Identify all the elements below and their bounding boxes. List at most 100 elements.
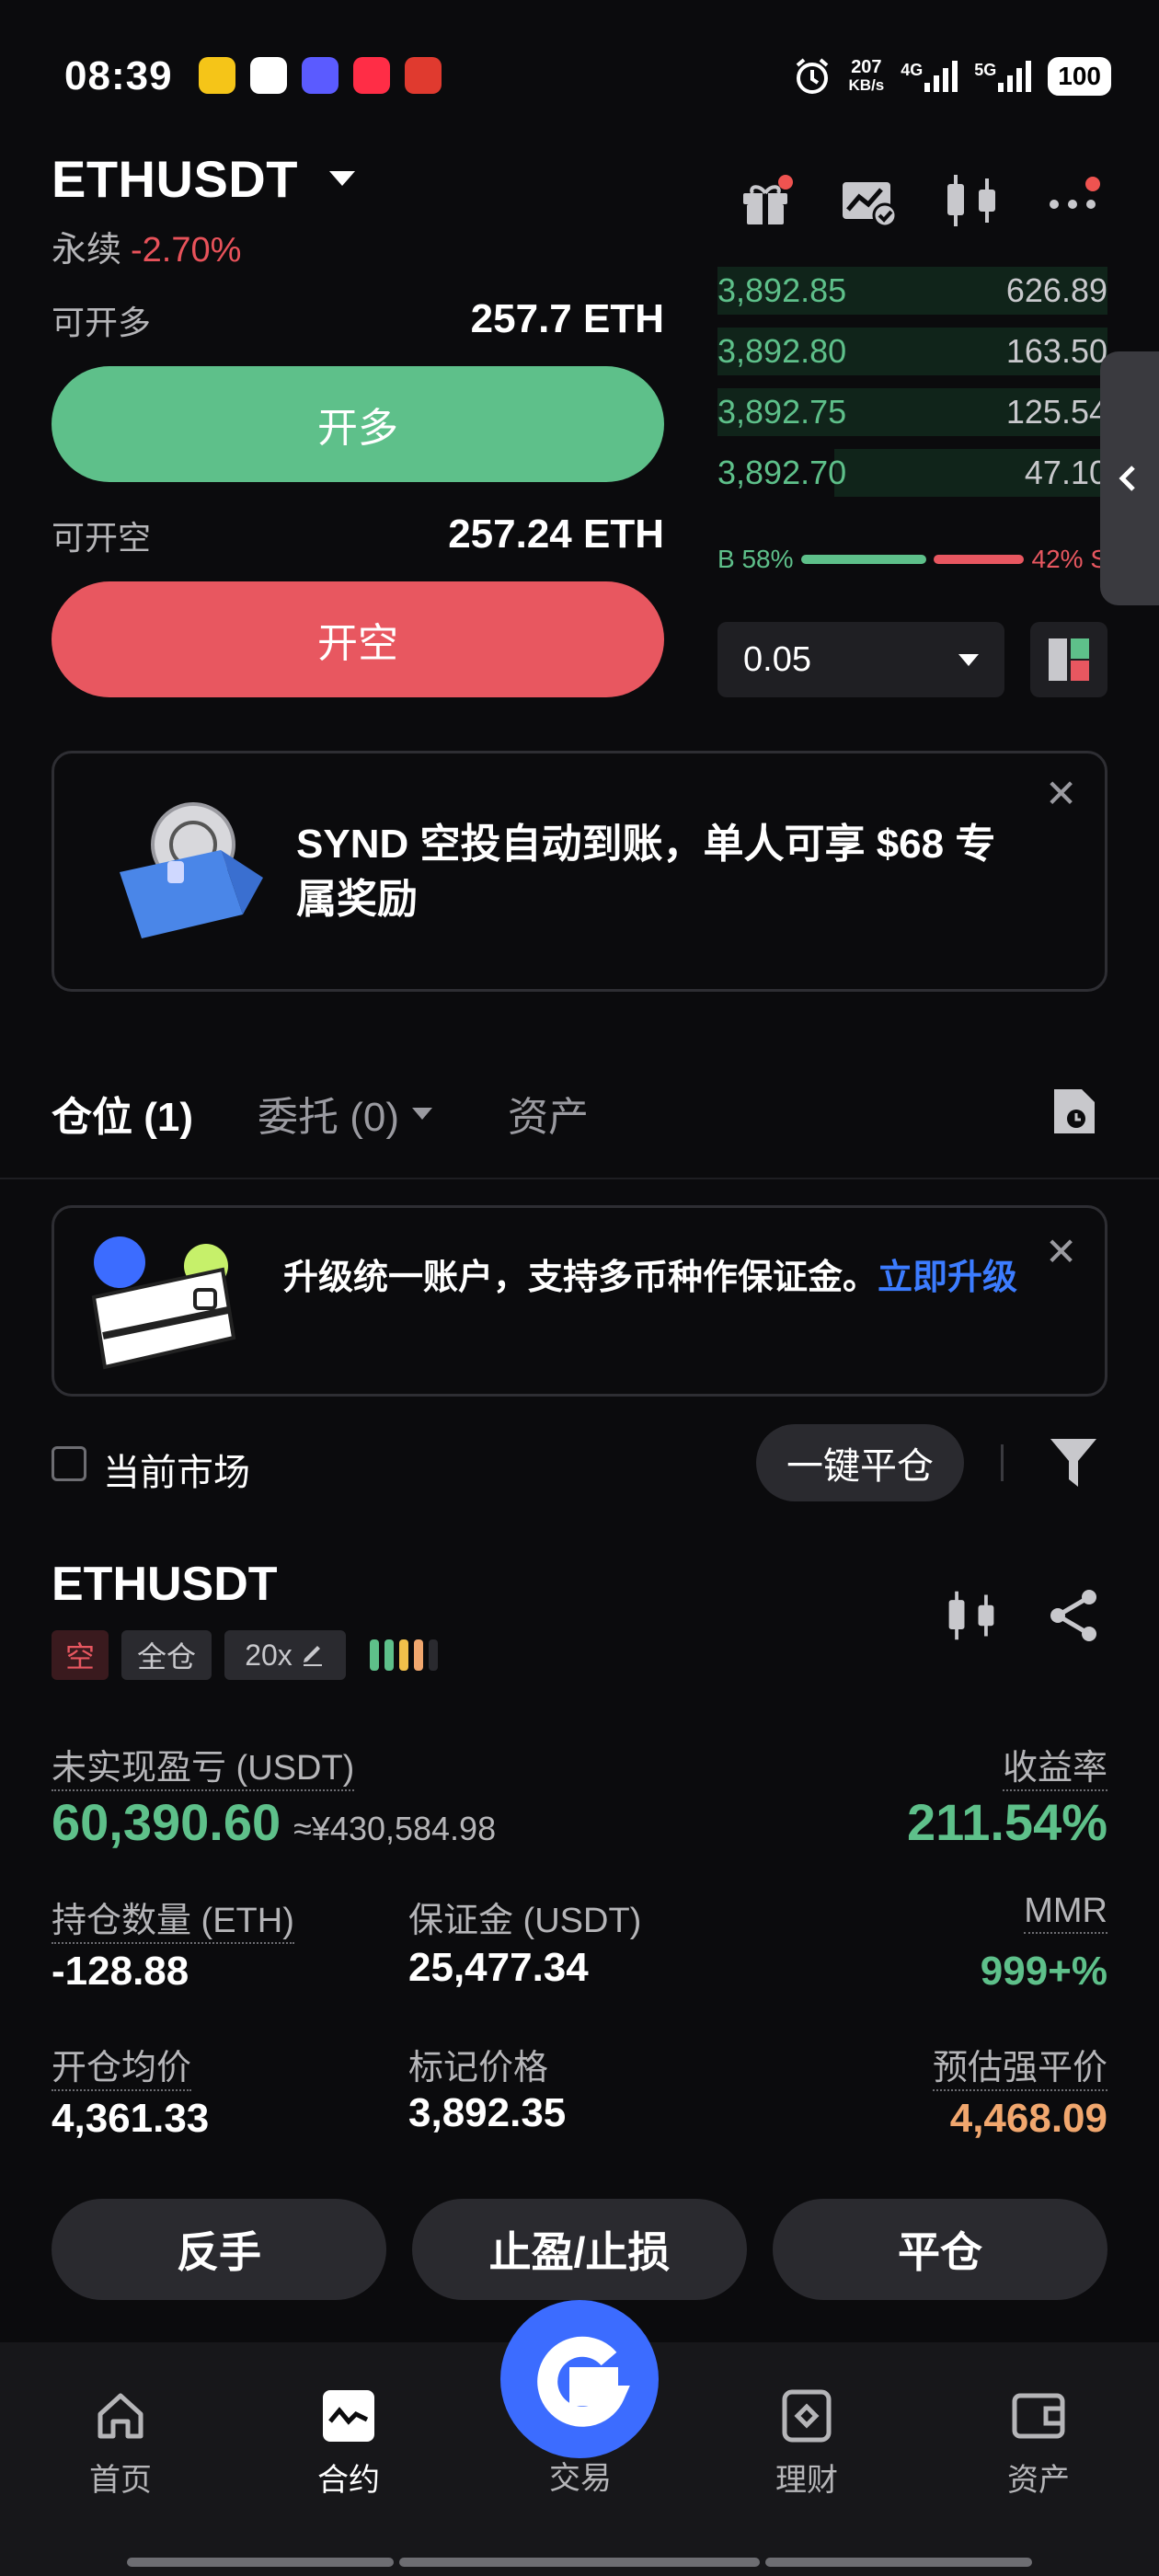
size-label[interactable]: 持仓数量 (ETH) — [52, 1902, 294, 1944]
orderbook-row[interactable]: 3,892.70 47.10 — [717, 443, 1107, 502]
wallet-illustration — [91, 1236, 236, 1370]
upnl-value: 60,390.60 — [52, 1793, 281, 1851]
symbol-selector[interactable]: ETHUSDT — [52, 149, 298, 209]
close-position-button[interactable]: 平仓 — [773, 2199, 1107, 2300]
chevron-down-icon[interactable] — [329, 171, 355, 186]
wallet-coin-illustration — [120, 802, 263, 938]
mmr-label[interactable]: MMR — [1024, 1892, 1107, 1934]
nav-assets[interactable]: 资产 — [970, 2388, 1107, 2500]
upgrade-text: 升级统一账户，支持多币种作保证金。立即升级 — [283, 1253, 1038, 1303]
adl-indicator-bar — [429, 1639, 438, 1671]
margin-mode-badge: 全仓 — [121, 1630, 212, 1680]
adl-indicator-bar — [384, 1639, 394, 1671]
short-available-value: 257.24 ETH — [448, 512, 664, 557]
gesture-bar — [127, 2558, 394, 2567]
upgrade-now-link[interactable]: 立即升级 — [878, 1259, 1017, 1297]
bid-price: 3,892.75 — [717, 393, 847, 431]
status-time: 08:39 — [64, 53, 173, 98]
mark-price-label: 标记价格 — [408, 2049, 549, 2087]
tab-orders-label: 委托 (0) — [258, 1095, 399, 1140]
alarm-icon — [796, 58, 828, 94]
upgrade-message: 升级统一账户，支持多币种作保证金。 — [283, 1259, 878, 1297]
orderbook-layout-button[interactable] — [1030, 622, 1107, 697]
entry-price-value: 4,361.33 — [52, 2096, 210, 2141]
open-short-button[interactable]: 开空 — [52, 581, 664, 697]
side-drawer-handle[interactable] — [1100, 351, 1159, 605]
side-badge: 空 — [52, 1630, 109, 1680]
orderbook-row[interactable]: 3,892.85 626.89 — [717, 261, 1107, 320]
finance-icon — [782, 2389, 832, 2443]
open-long-button[interactable]: 开多 — [52, 366, 664, 482]
contract-info: 永续 -2.70% — [52, 221, 241, 271]
tpsl-button[interactable]: 止盈/止损 — [412, 2199, 747, 2300]
bid-price: 3,892.80 — [717, 332, 847, 370]
wallet-icon — [1012, 2393, 1065, 2439]
contract-chart-icon — [323, 2390, 374, 2442]
news-app-icon — [405, 57, 442, 94]
price-change: -2.70% — [131, 231, 242, 270]
bid-qty: 163.50 — [1005, 332, 1107, 370]
entry-price-label[interactable]: 开仓均价 — [52, 2049, 192, 2091]
long-available-value: 257.7 ETH — [470, 296, 664, 341]
candlestick-icon[interactable] — [944, 1586, 999, 1645]
history-document-icon[interactable] — [1050, 1086, 1098, 1137]
price-step-select[interactable]: 0.05 — [717, 622, 1004, 697]
price-step-value: 0.05 — [743, 639, 811, 679]
bid-qty: 626.89 — [1005, 271, 1107, 309]
adl-indicator-bar — [399, 1639, 408, 1671]
reverse-button[interactable]: 反手 — [52, 2199, 386, 2300]
promo-text: SYND 空投自动到账，单人可享 $68 专属奖励 — [296, 822, 996, 922]
buy-sell-ratio: B 58% 42% S — [717, 545, 1107, 574]
tab-assets[interactable]: 资产 — [508, 1084, 589, 1143]
adl-indicator-bar — [370, 1639, 379, 1671]
roe-label[interactable]: 收益率 — [1002, 1749, 1107, 1791]
short-available-label: 可开空 — [52, 519, 152, 557]
close-icon[interactable]: ✕ — [1045, 1229, 1077, 1274]
tab-divider — [0, 1178, 1159, 1179]
bid-price: 3,892.70 — [717, 454, 847, 491]
candlestick-icon[interactable] — [942, 171, 1001, 230]
liq-price-label[interactable]: 预估强平价 — [932, 2049, 1107, 2091]
gift-icon[interactable] — [736, 171, 795, 230]
share-icon[interactable] — [1045, 1586, 1104, 1645]
orderbook-row[interactable]: 3,892.80 163.50 — [717, 322, 1107, 381]
nav-trade-label[interactable]: 交易 — [511, 2453, 649, 2498]
long-available-label: 可开多 — [52, 304, 152, 341]
nav-assets-label: 资产 — [1007, 2463, 1070, 2498]
trade-fab-button[interactable] — [500, 2300, 659, 2458]
leverage-badge[interactable]: 20x — [224, 1630, 346, 1680]
chevron-down-icon — [412, 1107, 432, 1120]
close-all-button[interactable]: 一键平仓 — [756, 1424, 964, 1501]
nav-finance-label: 理财 — [775, 2463, 838, 2498]
margin-value: 25,477.34 — [408, 1945, 589, 1990]
position-symbol[interactable]: ETHUSDT — [52, 1557, 278, 1612]
nav-finance[interactable]: 理财 — [738, 2388, 876, 2500]
signal-4g-label: 4G — [901, 61, 924, 79]
sell-bar — [933, 555, 1025, 564]
battery-indicator: 100 — [1048, 57, 1111, 96]
roe-value: 211.54% — [907, 1793, 1107, 1851]
tab-orders[interactable]: 委托 (0) — [258, 1084, 432, 1143]
tab-positions[interactable]: 仓位 (1) — [52, 1084, 193, 1143]
gesture-bar — [765, 2558, 1032, 2567]
mark-price-value: 3,892.35 — [408, 2090, 567, 2135]
chevron-left-icon — [1119, 466, 1135, 491]
upnl-label[interactable]: 未实现盈亏 (USDT) — [52, 1749, 355, 1791]
current-market-checkbox[interactable] — [52, 1446, 86, 1481]
filter-icon[interactable] — [1049, 1435, 1098, 1490]
trade-logo-icon — [537, 2336, 630, 2427]
nav-home[interactable]: 首页 — [52, 2388, 189, 2500]
net-speed: 207 — [851, 57, 882, 77]
nav-contract[interactable]: 合约 — [280, 2388, 418, 2500]
layout-icon — [1049, 638, 1089, 681]
liq-price-value: 4,468.09 — [949, 2096, 1107, 2141]
weibo-app-icon — [199, 57, 235, 94]
gesture-bar — [399, 2558, 760, 2567]
more-menu-icon[interactable] — [1045, 171, 1104, 230]
chart-check-icon[interactable] — [839, 171, 898, 230]
sell-ratio: 42% S — [1031, 545, 1108, 573]
tieba-app-icon — [302, 57, 339, 94]
current-market-label[interactable]: 当前市场 — [103, 1443, 250, 1496]
orderbook-row[interactable]: 3,892.75 125.54 — [717, 383, 1107, 442]
close-icon[interactable]: ✕ — [1045, 771, 1077, 816]
